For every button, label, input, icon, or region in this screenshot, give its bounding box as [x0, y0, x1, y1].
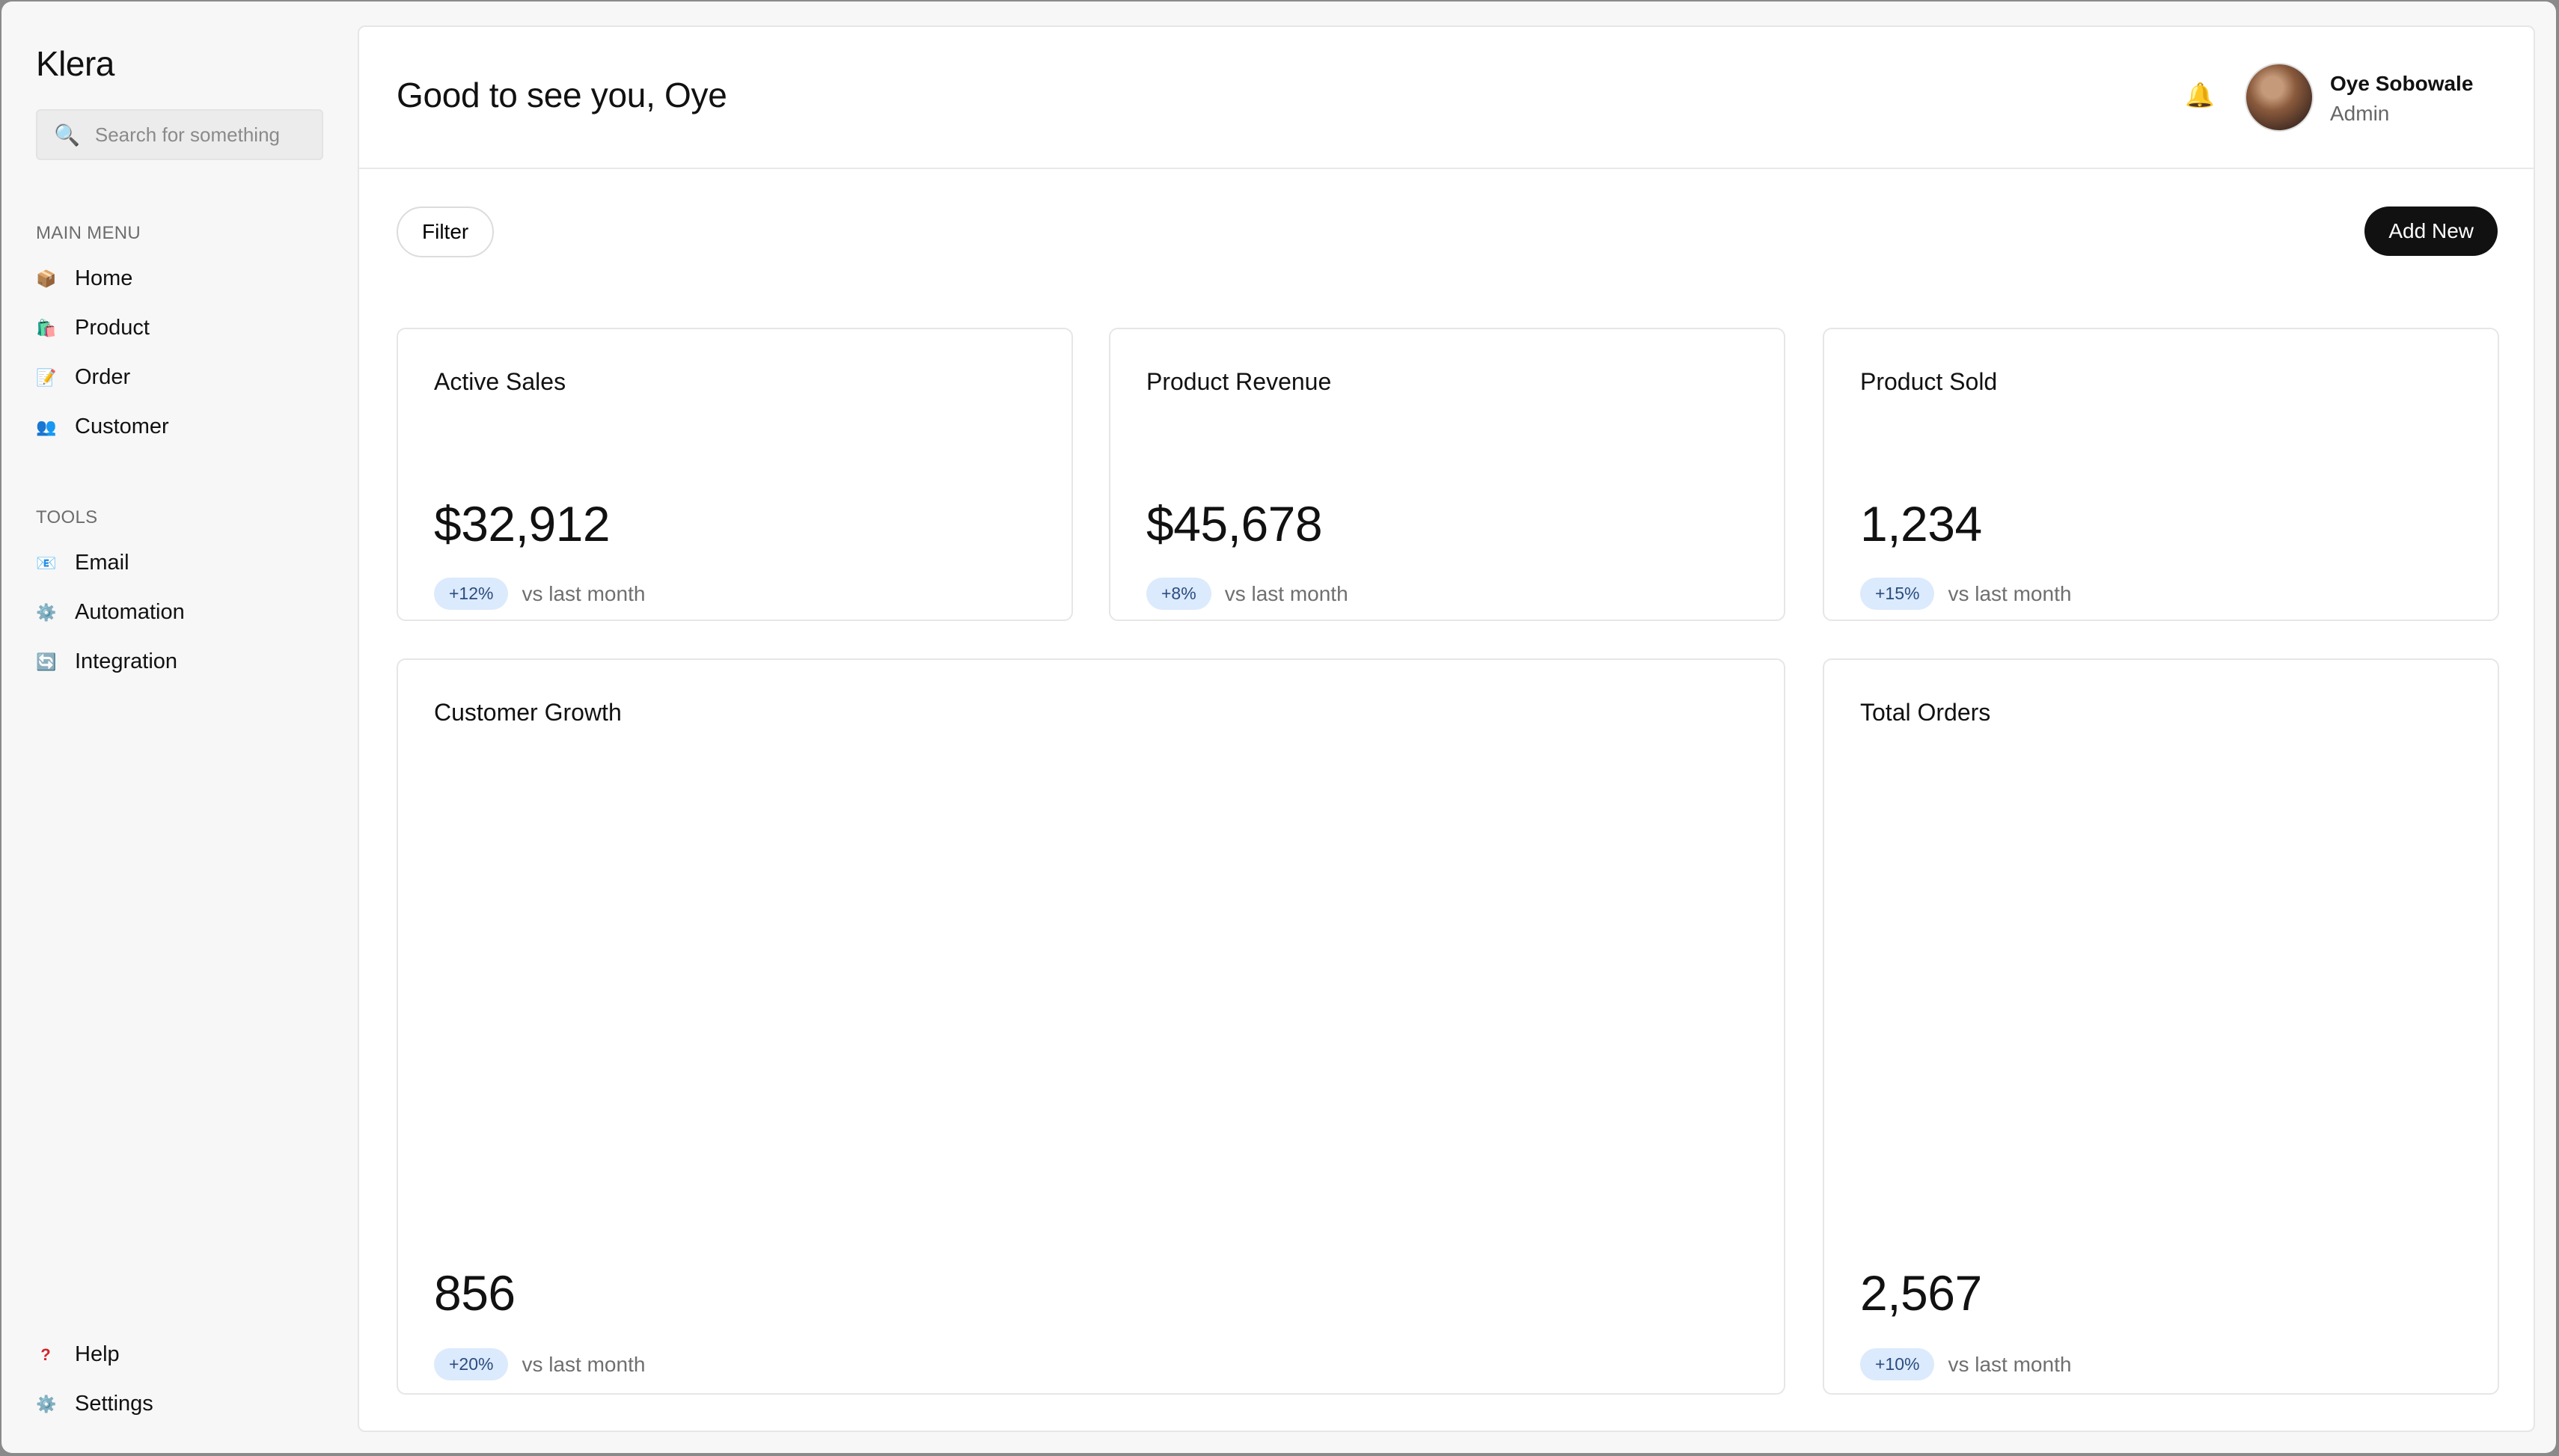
sidebar-item-label: Integration [75, 649, 178, 673]
add-new-button[interactable]: Add New [2364, 207, 2498, 256]
sidebar-item-order[interactable]: 📝 Order [36, 365, 130, 390]
shopping-bag-icon: 🛍️ [36, 318, 57, 337]
compare-text: vs last month [1948, 1352, 2072, 1376]
sidebar-item-home[interactable]: 📦 Home [36, 266, 132, 291]
memo-icon: 📝 [36, 367, 57, 387]
email-icon: 📧 [36, 553, 57, 572]
sidebar-item-label: Help [75, 1342, 120, 1366]
bell-icon[interactable]: 🔔 [2185, 81, 2215, 109]
card-value: 856 [434, 1265, 516, 1321]
card-active-sales: Active Sales $32,912 +12% vs last month [397, 328, 1073, 621]
sidebar-item-label: Email [75, 551, 129, 575]
card-value: $45,678 [1146, 496, 1323, 551]
card-change-row: +8% vs last month [1146, 578, 1348, 610]
question-icon: ? [40, 1345, 51, 1364]
sidebar-item-automation[interactable]: ⚙️ Automation [36, 600, 185, 625]
change-badge: +10% [1860, 1348, 1935, 1380]
main-menu-label: MAIN MENU [36, 223, 141, 243]
page-title: Good to see you, Oye [397, 76, 727, 114]
gear-icon: ⚙️ [36, 602, 57, 622]
sidebar-item-label: Product [75, 316, 150, 340]
search-input[interactable] [93, 122, 321, 147]
card-product-revenue: Product Revenue $45,678 +8% vs last mont… [1109, 328, 1785, 621]
change-badge: +15% [1860, 578, 1935, 610]
card-title: Active Sales [434, 368, 566, 395]
card-total-orders: Total Orders 2,567 +10% vs last month [1823, 658, 2499, 1395]
sidebar-item-label: Customer [75, 415, 169, 438]
sidebar-item-label: Order [75, 365, 131, 389]
sidebar-item-label: Settings [75, 1392, 153, 1416]
sidebar-item-integration[interactable]: 🔄 Integration [36, 649, 177, 674]
gear-icon: ⚙️ [36, 1394, 57, 1413]
main-panel: Good to see you, Oye 🔔 Oye Sobowale Admi… [358, 25, 2535, 1432]
search-icon: 🔍 [54, 123, 80, 147]
change-badge: +12% [434, 578, 509, 610]
users-icon: 👥 [36, 417, 57, 436]
sidebar-item-label: Home [75, 266, 133, 290]
card-value: 1,234 [1860, 496, 1982, 551]
card-title: Product Sold [1860, 368, 1998, 395]
change-badge: +20% [434, 1348, 509, 1380]
card-value: $32,912 [434, 496, 611, 551]
card-product-sold: Product Sold 1,234 +15% vs last month [1823, 328, 2499, 621]
sidebar-item-email[interactable]: 📧 Email [36, 551, 129, 575]
user-name: Oye Sobowale [2330, 72, 2474, 95]
card-title: Customer Growth [434, 699, 622, 726]
sidebar-item-settings[interactable]: ⚙️ Settings [36, 1392, 153, 1416]
card-change-row: +15% vs last month [1860, 578, 2071, 610]
sidebar-item-label: Automation [75, 600, 185, 624]
brand-logo: Klera [36, 44, 114, 83]
compare-text: vs last month [522, 1352, 646, 1376]
search-box[interactable]: 🔍 [36, 109, 323, 160]
avatar[interactable] [2245, 63, 2314, 132]
tools-label: TOOLS [36, 507, 98, 527]
compare-text: vs last month [522, 581, 646, 605]
card-change-row: +10% vs last month [1860, 1348, 2071, 1380]
filter-button[interactable]: Filter [397, 207, 495, 257]
card-title: Total Orders [1860, 699, 1991, 726]
compare-text: vs last month [1224, 581, 1348, 605]
sidebar-item-product[interactable]: 🛍️ Product [36, 316, 150, 340]
user-role: Admin [2330, 102, 2390, 125]
card-title: Product Revenue [1146, 368, 1332, 395]
sync-icon: 🔄 [36, 652, 57, 671]
card-change-row: +20% vs last month [434, 1348, 645, 1380]
card-change-row: +12% vs last month [434, 578, 645, 610]
card-value: 2,567 [1860, 1265, 1982, 1321]
compare-text: vs last month [1948, 581, 2072, 605]
sidebar-item-help[interactable]: ? Help [36, 1342, 120, 1367]
box-icon: 📦 [36, 269, 57, 288]
change-badge: +8% [1146, 578, 1211, 610]
card-customer-growth: Customer Growth 856 +20% vs last month [397, 658, 1785, 1395]
topbar: Good to see you, Oye 🔔 Oye Sobowale Admi… [359, 27, 2534, 169]
app-window: Klera 🔍 MAIN MENU 📦 Home 🛍️ Product 📝 Or… [1, 1, 2556, 1453]
sidebar-item-customer[interactable]: 👥 Customer [36, 415, 169, 439]
sidebar: Klera 🔍 MAIN MENU 📦 Home 🛍️ Product 📝 Or… [1, 1, 358, 1453]
